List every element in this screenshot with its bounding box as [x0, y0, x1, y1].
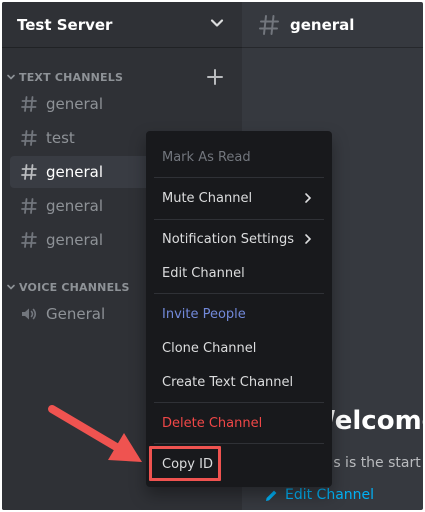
edit-channel-link[interactable]: Edit Channel — [264, 487, 374, 503]
discord-window: Test Server TEXT CHANNELS general test g… — [2, 2, 423, 510]
menu-item-label: Mark As Read — [162, 149, 251, 165]
category-label: TEXT CHANNELS — [19, 70, 124, 84]
menu-item-label: Notification Settings — [162, 231, 295, 247]
menu-item-label: Invite People — [162, 306, 246, 322]
channel-label: general — [46, 231, 104, 249]
menu-item-edit-channel[interactable]: Edit Channel — [154, 257, 324, 289]
hash-icon — [259, 14, 279, 35]
channel-label: general — [46, 95, 104, 113]
edit-channel-label: Edit Channel — [285, 487, 375, 503]
hash-icon — [21, 198, 37, 214]
chevron-down-icon[interactable] — [208, 14, 226, 32]
menu-divider — [154, 177, 324, 178]
hash-icon — [21, 96, 37, 112]
menu-item-label: Delete Channel — [162, 415, 263, 431]
menu-item-invite-people[interactable]: Invite People — [154, 298, 324, 330]
menu-divider — [154, 293, 324, 294]
menu-item-label: Edit Channel — [162, 265, 245, 281]
pencil-icon — [266, 490, 277, 501]
server-header[interactable]: Test Server — [2, 2, 242, 48]
context-menu: Mark As Read Mute Channel Notification S… — [146, 131, 332, 487]
menu-divider — [154, 443, 324, 444]
chevron-down-icon — [7, 74, 15, 80]
channel-header: general — [242, 2, 423, 48]
category-label: VOICE CHANNELS — [19, 280, 130, 294]
hash-icon — [21, 130, 37, 146]
menu-divider — [154, 402, 324, 403]
menu-item-create-text-channel[interactable]: Create Text Channel — [154, 366, 324, 398]
channel-item[interactable]: general — [10, 88, 234, 120]
menu-item-mark-as-read[interactable]: Mark As Read — [154, 141, 324, 173]
channel-label: general — [46, 163, 104, 181]
channel-label: general — [46, 197, 104, 215]
server-name: Test Server — [17, 15, 113, 34]
category-voice-channels[interactable]: VOICE CHANNELS — [6, 278, 130, 296]
menu-item-label: Clone Channel — [162, 340, 257, 356]
chevron-down-icon — [7, 284, 15, 290]
category-text-channels[interactable]: TEXT CHANNELS — [6, 68, 123, 86]
speaker-icon — [22, 308, 37, 320]
chevron-right-icon — [305, 193, 312, 203]
add-channel-icon[interactable] — [206, 68, 224, 86]
menu-item-label: Mute Channel — [162, 190, 253, 206]
menu-item-mute-channel[interactable]: Mute Channel — [154, 182, 324, 214]
channel-label: General — [46, 305, 106, 323]
menu-divider — [154, 219, 324, 220]
menu-item-label: Create Text Channel — [162, 374, 294, 390]
channel-title: general — [290, 15, 355, 34]
menu-item-clone-channel[interactable]: Clone Channel — [154, 332, 324, 364]
annotation-highlight-box — [149, 446, 221, 481]
chevron-right-icon — [305, 234, 312, 244]
hash-icon — [21, 232, 37, 248]
channel-label: test — [46, 129, 75, 147]
hash-icon — [21, 164, 37, 180]
menu-item-delete-channel[interactable]: Delete Channel — [154, 407, 324, 439]
menu-item-notification-settings[interactable]: Notification Settings — [154, 223, 324, 255]
